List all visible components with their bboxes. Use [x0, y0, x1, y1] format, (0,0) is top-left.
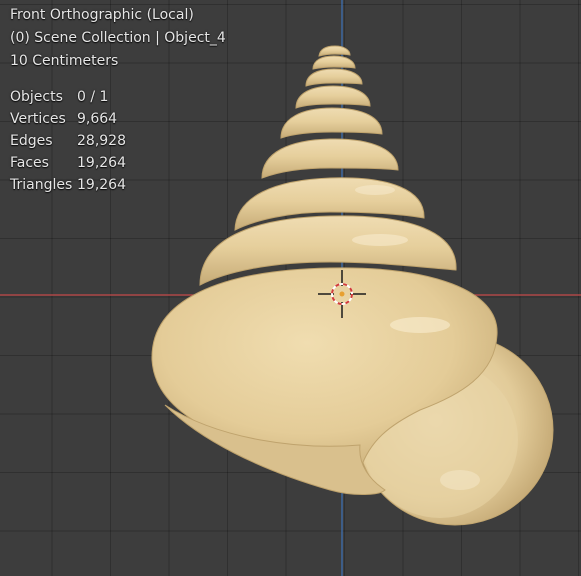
stat-label: Triangles [10, 177, 73, 193]
stat-value: 28,928 [77, 133, 126, 149]
stat-row-edges: Edges 28,928 [10, 133, 126, 155]
stat-label: Objects [10, 89, 63, 105]
viewport-scene [0, 0, 581, 576]
stat-label: Faces [10, 155, 49, 171]
stat-row-triangles: Triangles 19,264 [10, 177, 126, 199]
stat-value: 19,264 [77, 177, 126, 193]
stat-row-faces: Faces 19,264 [10, 155, 126, 177]
grid-scale: 10 Centimeters [10, 53, 119, 69]
stat-row-vertices: Vertices 9,664 [10, 111, 126, 133]
stat-row-objects: Objects 0 / 1 [10, 89, 126, 111]
stat-value: 9,664 [77, 111, 118, 127]
stat-label: Edges [10, 133, 53, 149]
stat-value: 19,264 [77, 155, 126, 171]
stat-label: Vertices [10, 111, 66, 127]
stat-value: 0 / 1 [77, 89, 109, 105]
collection-info: (0) Scene Collection | Object_4 [10, 30, 226, 46]
scene-statistics: Objects 0 / 1 Vertices 9,664 Edges 28,92… [10, 89, 126, 199]
3d-viewport[interactable]: Front Orthographic (Local) (0) Scene Col… [0, 0, 581, 576]
shell-model [151, 45, 554, 526]
view-name: Front Orthographic (Local) [10, 7, 194, 23]
